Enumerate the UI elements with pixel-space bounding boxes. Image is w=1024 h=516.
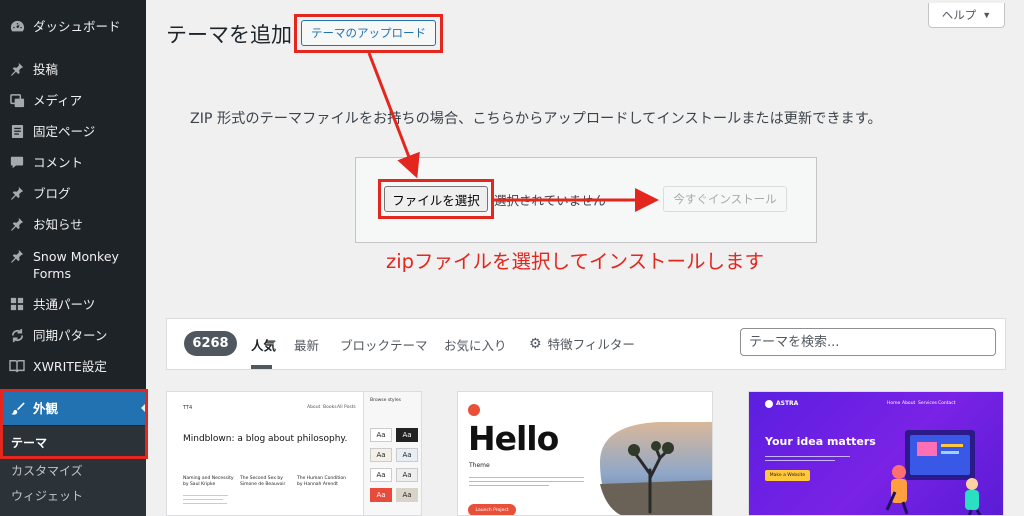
- theme-preview-post-title: The Human Condition: [297, 476, 346, 481]
- choose-file-button[interactable]: ファイルを選択: [384, 186, 488, 212]
- astra-nav: Home: [887, 401, 901, 406]
- theme-preview-post-author: by Hannah Arendt: [297, 482, 338, 487]
- triangle-down-icon: ▼: [982, 10, 992, 20]
- upload-description: ZIP 形式のテーマファイルをお持ちの場合、こちらからアップロードしてインストー…: [190, 111, 882, 127]
- astra-body-lines: [765, 454, 850, 461]
- astra-nav: Contact: [938, 401, 956, 406]
- upload-form: ファイルを選択 選択されていません 今すぐインストール: [355, 157, 817, 243]
- theme-preview-headline: Mindblown: a blog about philosophy.: [183, 434, 348, 444]
- theme-card-twenty-twenty-four[interactable]: TT4 About Books All Posts Mindblown: a b…: [166, 391, 422, 516]
- page-icon: [8, 122, 26, 140]
- menu-item-label: 共通パーツ: [33, 297, 96, 312]
- help-tab-button[interactable]: ヘルプ ▼: [928, 3, 1005, 28]
- menu-item-label: 投稿: [33, 62, 59, 77]
- annotation-caption: zipファイルを選択してインストールします: [386, 250, 765, 273]
- brush-icon: [8, 399, 26, 417]
- pin-icon: [8, 215, 26, 233]
- tab-favorites[interactable]: お気に入り: [444, 335, 507, 354]
- menu-item-label: 固定ページ: [33, 124, 96, 139]
- menu-item-label: ダッシュボード: [33, 19, 121, 34]
- help-label: ヘルプ: [941, 10, 977, 22]
- menu-item-media[interactable]: メディア: [0, 91, 146, 109]
- pin-icon: [8, 247, 26, 265]
- menu-item-comments[interactable]: コメント: [0, 153, 146, 171]
- theme-preview-post-title: Naming and Necessity: [183, 476, 234, 481]
- theme-preview-post-author: by Saul Kripke: [183, 482, 216, 487]
- hello-subtitle: Theme: [469, 462, 490, 469]
- tab-popular[interactable]: 人気: [251, 335, 276, 354]
- menu-item-label: XWRITE設定: [33, 359, 107, 374]
- menu-item-label: 同期パターン: [33, 328, 108, 343]
- hello-logo-icon: [468, 404, 480, 416]
- menu-item-label: お知らせ: [33, 217, 83, 232]
- gear-icon: ⚙: [529, 335, 542, 352]
- theme-preview-nav: Books: [323, 405, 337, 410]
- theme-search-input[interactable]: [740, 328, 996, 356]
- feature-filter-button[interactable]: ⚙ 特徴フィルター: [529, 334, 635, 353]
- admin-sidebar: ダッシュボード 投稿 メディア 固定ページ コメント ブログ お知らせ Snow…: [0, 0, 146, 516]
- theme-count-badge: 6268: [184, 331, 237, 356]
- comment-icon: [8, 153, 26, 171]
- tab-block-themes[interactable]: ブロックテーマ: [340, 335, 428, 354]
- menu-item-blog[interactable]: ブログ: [0, 184, 146, 202]
- submenu-item-customize[interactable]: カスタマイズ: [11, 462, 83, 479]
- submenu-item-widgets[interactable]: ウィジェット: [11, 487, 83, 504]
- astra-logo-icon: [765, 400, 773, 408]
- menu-item-label: コメント: [33, 155, 84, 170]
- grid-icon: [8, 295, 26, 313]
- menu-item-appearance[interactable]: 外観: [0, 391, 146, 425]
- theme-card-hello[interactable]: Hello Theme Launch Project: [457, 391, 713, 516]
- menu-item-synced-patterns[interactable]: 同期パターン: [0, 326, 146, 344]
- theme-preview-post-author: Simone de Beauvoir: [240, 482, 286, 487]
- menu-item-label: Snow Monkey Forms: [33, 249, 119, 281]
- theme-card-astra[interactable]: ASTRA Home About Services Contact Your i…: [748, 391, 1004, 516]
- current-menu-caret: [141, 403, 146, 413]
- astra-cta-button: Make a Website: [765, 470, 810, 481]
- menu-item-common-parts[interactable]: 共通パーツ: [0, 295, 146, 313]
- astra-brand: ASTRA: [776, 400, 799, 407]
- menu-item-pages[interactable]: 固定ページ: [0, 122, 146, 140]
- style-picker-title: Browse styles: [370, 398, 401, 403]
- style-picker-panel: Browse styles Aa Aa Aa Aa Aa Aa Aa Aa: [363, 392, 421, 515]
- dashboard-icon: [8, 17, 26, 35]
- install-now-button[interactable]: 今すぐインストール: [663, 186, 787, 212]
- page-title: テーマを追加: [166, 23, 292, 47]
- current-tab-indicator: [251, 365, 272, 369]
- style-swatches: Aa Aa Aa Aa Aa Aa Aa Aa: [370, 414, 418, 514]
- hello-body-lines: [469, 474, 584, 486]
- menu-item-dashboard[interactable]: ダッシュボード: [0, 17, 146, 35]
- theme-filter-bar: 6268 人気 最新 ブロックテーマ お気に入り ⚙ 特徴フィルター: [166, 318, 1006, 370]
- submenu-item-themes[interactable]: テーマ: [11, 434, 47, 451]
- hello-headline: Hello: [468, 419, 559, 458]
- file-status-text: 選択されていません: [494, 193, 606, 208]
- hello-cta-button: Launch Project: [468, 504, 516, 515]
- wp-admin-screen: ダッシュボード 投稿 メディア 固定ページ コメント ブログ お知らせ Snow…: [0, 0, 1024, 516]
- book-icon: [8, 357, 26, 375]
- theme-preview-nav: About: [307, 405, 321, 410]
- menu-item-xwrite[interactable]: XWRITE設定: [0, 357, 146, 375]
- hello-hero-image: [600, 422, 712, 515]
- menu-item-snow-monkey-forms[interactable]: Snow Monkey Forms: [0, 247, 146, 282]
- pin-icon: [8, 184, 26, 202]
- appearance-submenu: テーマ カスタマイズ ウィジェット: [0, 426, 146, 516]
- upload-theme-button[interactable]: テーマのアップロード: [301, 20, 436, 46]
- theme-preview-lines: [183, 492, 343, 510]
- menu-item-posts[interactable]: 投稿: [0, 60, 146, 78]
- theme-preview-post-title: The Second Sex by: [240, 476, 283, 481]
- feature-filter-label: 特徴フィルター: [547, 337, 635, 352]
- menu-item-label: メディア: [33, 93, 83, 108]
- astra-nav: Services: [918, 401, 937, 406]
- tab-latest[interactable]: 最新: [294, 335, 319, 354]
- menu-item-label: 外観: [33, 400, 59, 416]
- sync-icon: [8, 326, 26, 344]
- astra-headline: Your idea matters: [765, 435, 876, 448]
- media-icon: [8, 91, 26, 109]
- menu-item-label: ブログ: [33, 186, 71, 201]
- theme-preview-brand: TT4: [183, 405, 193, 411]
- pin-icon: [8, 60, 26, 78]
- menu-item-news[interactable]: お知らせ: [0, 215, 146, 233]
- theme-preview-nav: All Posts: [337, 405, 356, 410]
- astra-nav: About: [902, 401, 916, 406]
- astra-hero-illustration: [885, 430, 982, 515]
